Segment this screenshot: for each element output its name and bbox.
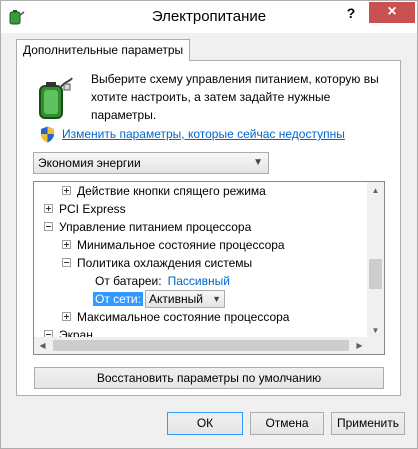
tree-item-pci-express[interactable]: PCI Express: [44, 200, 126, 218]
tree-item-processor-power[interactable]: Управление питанием процессора: [44, 218, 251, 236]
chevron-down-icon: ▼: [212, 294, 221, 304]
change-unavailable-settings-link[interactable]: Изменить параметры, которые сейчас недос…: [62, 127, 345, 141]
tab-advanced-settings[interactable]: Дополнительные параметры: [16, 39, 191, 61]
horizontal-scroll-thumb[interactable]: [53, 340, 349, 351]
scroll-right-icon[interactable]: ▶: [351, 337, 368, 354]
tree-item-sleep-button-action[interactable]: Действие кнопки спящего режима: [62, 182, 266, 200]
power-scheme-value: Экономия энергии: [38, 156, 141, 170]
power-options-dialog: Электропитание ? × Дополнительные параме…: [0, 0, 418, 449]
chevron-down-icon: ▼: [253, 157, 263, 168]
cancel-button[interactable]: Отмена: [250, 412, 324, 435]
tree-item-plugged-in[interactable]: От сети: Активный ▼: [93, 290, 225, 308]
expand-plus-icon[interactable]: [62, 312, 71, 322]
scroll-up-icon[interactable]: ▲: [367, 182, 384, 199]
settings-tree[interactable]: Действие кнопки спящего режима PCI Expre…: [33, 181, 385, 355]
collapse-minus-icon[interactable]: [44, 222, 53, 232]
vertical-scrollbar[interactable]: ▲ ▼: [367, 182, 384, 339]
on-battery-value[interactable]: Пассивный: [168, 274, 230, 288]
uac-shield-icon: [41, 126, 54, 143]
scrollbar-corner: [367, 337, 384, 354]
power-scheme-select[interactable]: Экономия энергии ▼: [33, 152, 269, 174]
expand-plus-icon[interactable]: [62, 186, 71, 196]
help-button[interactable]: ?: [341, 3, 361, 25]
tree-item-max-processor-state[interactable]: Максимальное состояние процессора: [62, 308, 289, 326]
on-battery-label: От батареи:: [95, 274, 162, 288]
horizontal-scrollbar[interactable]: ◀ ▶: [34, 337, 368, 354]
plugged-in-select[interactable]: Активный ▼: [144, 290, 225, 308]
battery-icon: [39, 77, 73, 119]
ok-button[interactable]: ОК: [167, 412, 243, 435]
title-bar[interactable]: Электропитание ? ×: [1, 1, 417, 33]
apply-button[interactable]: Применить: [331, 412, 405, 435]
settings-panel: Выберите схему управления питанием, кото…: [16, 60, 401, 396]
plugged-in-value: Активный: [148, 292, 203, 306]
close-button[interactable]: ×: [369, 2, 415, 23]
tree-item-on-battery[interactable]: От батареи: Пассивный: [95, 272, 230, 290]
tree-item-cooling-policy[interactable]: Политика охлаждения системы: [62, 254, 252, 272]
tree-item-min-processor-state[interactable]: Минимальное состояние процессора: [62, 236, 285, 254]
collapse-minus-icon[interactable]: [62, 258, 71, 268]
plugged-in-label: От сети:: [93, 292, 143, 306]
description-text: Выберите схему управления питанием, кото…: [91, 72, 379, 122]
scroll-left-icon[interactable]: ◀: [34, 337, 51, 354]
expand-plus-icon[interactable]: [62, 240, 71, 250]
expand-plus-icon[interactable]: [44, 204, 53, 214]
vertical-scroll-thumb[interactable]: [369, 259, 382, 289]
restore-defaults-button[interactable]: Восстановить параметры по умолчанию: [34, 367, 384, 389]
tree-viewport: Действие кнопки спящего режима PCI Expre…: [34, 182, 368, 339]
